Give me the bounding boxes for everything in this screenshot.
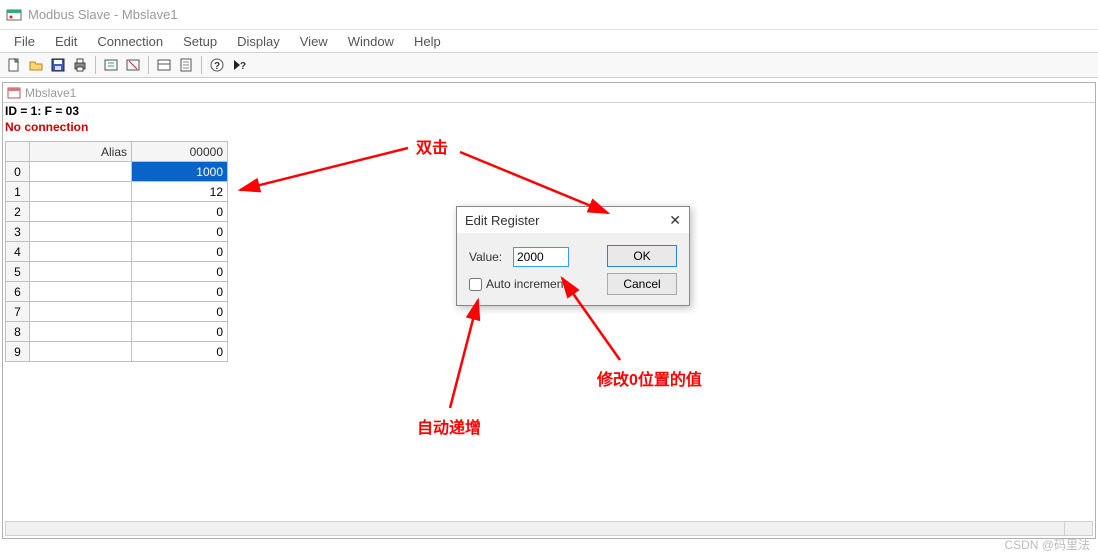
menubar: File Edit Connection Setup Display View … xyxy=(0,30,1098,52)
menu-help[interactable]: Help xyxy=(404,32,451,51)
table-row: 2 0 xyxy=(6,202,228,222)
horizontal-scrollbar[interactable] xyxy=(5,521,1093,536)
cell-value[interactable]: 0 xyxy=(132,202,228,222)
value-input[interactable] xyxy=(513,247,569,267)
table-row: 9 0 xyxy=(6,342,228,362)
cell-value[interactable]: 0 xyxy=(132,302,228,322)
toolbar-separator xyxy=(201,56,202,74)
cell-value[interactable]: 0 xyxy=(132,282,228,302)
table-row: 8 0 xyxy=(6,322,228,342)
row-index[interactable]: 9 xyxy=(6,342,30,362)
cell-alias[interactable] xyxy=(30,222,132,242)
document-title: Mbslave1 xyxy=(25,86,76,100)
connect-icon[interactable] xyxy=(101,55,121,75)
cancel-button[interactable]: Cancel xyxy=(607,273,677,295)
table-corner xyxy=(6,142,30,162)
close-icon[interactable]: ✕ xyxy=(669,212,681,229)
cell-alias[interactable] xyxy=(30,182,132,202)
context-help-icon[interactable]: ? xyxy=(229,55,249,75)
help-icon[interactable]: ? xyxy=(207,55,227,75)
setup-icon[interactable] xyxy=(154,55,174,75)
cell-alias[interactable] xyxy=(30,262,132,282)
row-index[interactable]: 1 xyxy=(6,182,30,202)
cell-alias[interactable] xyxy=(30,162,132,182)
menu-file[interactable]: File xyxy=(4,32,45,51)
row-index[interactable]: 2 xyxy=(6,202,30,222)
ok-button[interactable]: OK xyxy=(607,245,677,267)
cell-value[interactable]: 0 xyxy=(132,342,228,362)
cell-value[interactable]: 0 xyxy=(132,242,228,262)
table-row: 3 0 xyxy=(6,222,228,242)
slave-status: ID = 1: F = 03 xyxy=(3,103,1095,119)
column-value-header[interactable]: 00000 xyxy=(132,142,228,162)
dialog-title: Edit Register xyxy=(465,213,539,228)
disconnect-icon[interactable] xyxy=(123,55,143,75)
table-row: 5 0 xyxy=(6,262,228,282)
table-row: 6 0 xyxy=(6,282,228,302)
value-label: Value: xyxy=(469,250,513,264)
edit-register-dialog: Edit Register ✕ Value: Auto increment OK… xyxy=(456,206,690,306)
cell-alias[interactable] xyxy=(30,282,132,302)
register-table: Alias 00000 0 1000 1 12 2 0 3 0 4 0 xyxy=(5,141,228,362)
cell-alias[interactable] xyxy=(30,202,132,222)
menu-window[interactable]: Window xyxy=(338,32,404,51)
cell-value[interactable]: 12 xyxy=(132,182,228,202)
display-icon[interactable] xyxy=(176,55,196,75)
workspace: Mbslave1 ID = 1: F = 03 No connection Al… xyxy=(2,82,1096,539)
cell-alias[interactable] xyxy=(30,342,132,362)
row-index[interactable]: 5 xyxy=(6,262,30,282)
watermark: CSDN @码里法 xyxy=(1004,536,1090,553)
row-index[interactable]: 8 xyxy=(6,322,30,342)
cell-alias[interactable] xyxy=(30,322,132,342)
new-icon[interactable] xyxy=(4,55,24,75)
open-icon[interactable] xyxy=(26,55,46,75)
menu-edit[interactable]: Edit xyxy=(45,32,87,51)
menu-view[interactable]: View xyxy=(290,32,338,51)
cell-alias[interactable] xyxy=(30,242,132,262)
window-title: Modbus Slave - Mbslave1 xyxy=(28,7,178,22)
svg-text:?: ? xyxy=(214,61,220,72)
row-index[interactable]: 0 xyxy=(6,162,30,182)
column-alias-header[interactable]: Alias xyxy=(30,142,132,162)
auto-increment-label: Auto increment xyxy=(486,277,567,291)
row-index[interactable]: 3 xyxy=(6,222,30,242)
svg-text:?: ? xyxy=(240,61,246,72)
table-row: 1 12 xyxy=(6,182,228,202)
cell-value[interactable]: 0 xyxy=(132,222,228,242)
save-icon[interactable] xyxy=(48,55,68,75)
row-index[interactable]: 6 xyxy=(6,282,30,302)
menu-connection[interactable]: Connection xyxy=(87,32,173,51)
app-icon xyxy=(6,7,22,23)
row-index[interactable]: 7 xyxy=(6,302,30,322)
auto-increment-input[interactable] xyxy=(469,278,482,291)
cell-alias[interactable] xyxy=(30,302,132,322)
dialog-titlebar[interactable]: Edit Register ✕ xyxy=(457,207,689,233)
menu-display[interactable]: Display xyxy=(227,32,290,51)
cell-value[interactable]: 1000 xyxy=(132,162,228,182)
toolbar-separator xyxy=(95,56,96,74)
toolbar: ? ? xyxy=(0,52,1098,78)
row-index[interactable]: 4 xyxy=(6,242,30,262)
document-titlebar: Mbslave1 xyxy=(3,83,1095,103)
print-icon[interactable] xyxy=(70,55,90,75)
cell-value[interactable]: 0 xyxy=(132,322,228,342)
menu-setup[interactable]: Setup xyxy=(173,32,227,51)
connection-status: No connection xyxy=(3,119,1095,135)
toolbar-separator xyxy=(148,56,149,74)
window-titlebar: Modbus Slave - Mbslave1 xyxy=(0,0,1098,30)
table-row: 7 0 xyxy=(6,302,228,322)
document-icon xyxy=(7,86,21,100)
table-row: 4 0 xyxy=(6,242,228,262)
table-row: 0 1000 xyxy=(6,162,228,182)
cell-value[interactable]: 0 xyxy=(132,262,228,282)
